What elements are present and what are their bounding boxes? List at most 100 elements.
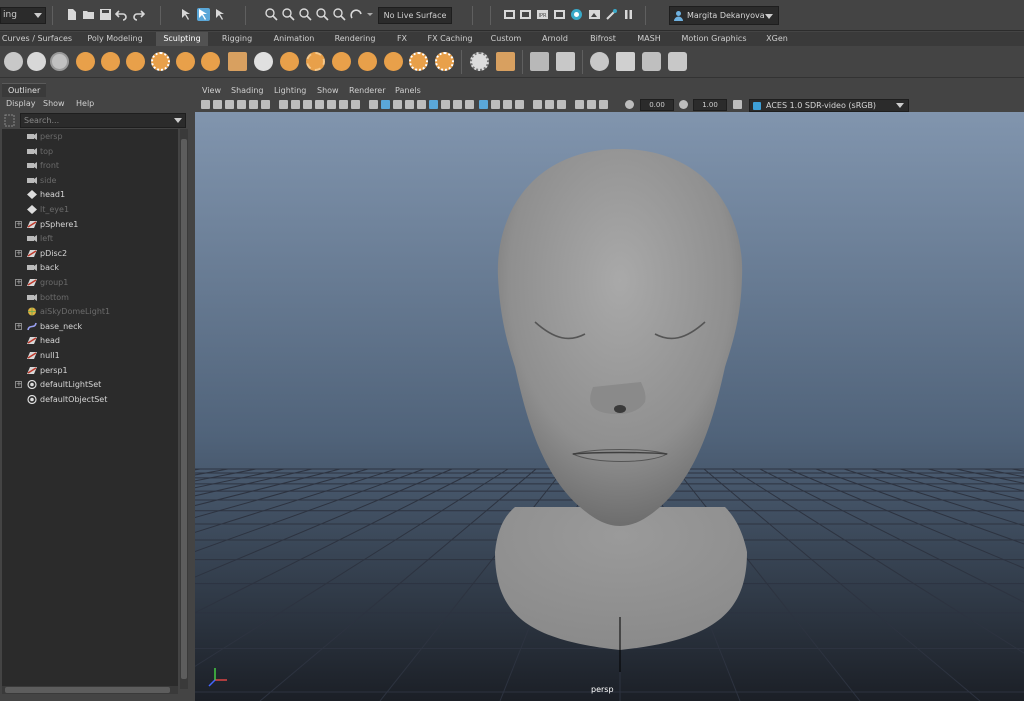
scrollbar-thumb[interactable] — [5, 687, 170, 693]
expand-icon[interactable]: + — [15, 220, 22, 228]
tab-arnold[interactable]: Arnold — [534, 32, 576, 46]
save-scene-icon[interactable] — [99, 8, 112, 21]
outliner-item[interactable]: left — [2, 232, 178, 246]
outliner-tab[interactable]: Outliner — [2, 83, 46, 97]
tab-mash[interactable]: MASH — [630, 32, 668, 46]
outliner-hscrollbar[interactable] — [2, 686, 178, 694]
render-settings-icon[interactable] — [553, 8, 566, 21]
panel-menu-panels[interactable]: Panels — [395, 84, 421, 98]
tab-fx[interactable]: FX — [388, 32, 416, 46]
outliner-list[interactable]: persp top front side head1 lt_eye1 + pSphere1 le… — [2, 129, 178, 689]
shadows-icon[interactable] — [441, 100, 450, 109]
outliner-scrollbar[interactable] — [180, 129, 188, 689]
use-all-lights-icon[interactable] — [429, 100, 438, 109]
sculpt-brush-icon[interactable] — [4, 52, 23, 71]
exposure-icon[interactable] — [625, 100, 634, 109]
outliner-menu-show[interactable]: Show — [43, 97, 65, 110]
outliner-item[interactable]: persp1 — [2, 364, 178, 378]
tab-poly-modeling[interactable]: Poly Modeling — [80, 32, 150, 46]
select-camera-icon[interactable] — [201, 100, 210, 109]
tab-bifrost[interactable]: Bifrost — [582, 32, 624, 46]
gate-mask-icon[interactable] — [315, 100, 324, 109]
scrape-brush-icon[interactable] — [280, 52, 299, 71]
smear-brush-icon[interactable] — [358, 52, 377, 71]
panel-menu-renderer[interactable]: Renderer — [349, 84, 386, 98]
outliner-item[interactable]: aiSkyDomeLight1 — [2, 305, 178, 319]
outliner-item[interactable]: top — [2, 145, 178, 159]
select-hierarchy-icon[interactable] — [180, 8, 193, 21]
live-surface-field[interactable]: No Live Surface — [378, 7, 452, 24]
open-scene-icon[interactable] — [82, 8, 95, 21]
camera-attributes-icon[interactable] — [213, 100, 222, 109]
outliner-item[interactable]: persp — [2, 130, 178, 144]
outliner-item[interactable]: + base_neck — [2, 320, 178, 334]
snap-point-icon[interactable] — [299, 8, 312, 21]
field-chart-icon[interactable] — [327, 100, 336, 109]
snap-grid-icon[interactable] — [265, 8, 278, 21]
color-space-dropdown[interactable]: ACES 1.0 SDR-video (sRGB) — [749, 99, 909, 112]
outliner-item[interactable]: + pDisc2 — [2, 247, 178, 261]
add-layer-icon[interactable] — [616, 52, 635, 71]
render-view-icon[interactable] — [503, 8, 516, 21]
scrollbar-thumb[interactable] — [181, 139, 187, 679]
gamma-field[interactable]: 1.00 — [693, 99, 727, 111]
delete-layer-icon[interactable] — [668, 52, 687, 71]
outliner-item[interactable]: bottom — [2, 291, 178, 305]
tab-curves-surfaces[interactable]: Curves / Surfaces — [0, 32, 74, 46]
render-frame-icon[interactable] — [519, 8, 532, 21]
expand-icon[interactable]: + — [15, 322, 22, 330]
tab-animation[interactable]: Animation — [266, 32, 322, 46]
xray-joints-icon[interactable] — [533, 100, 542, 109]
flatten-brush-icon[interactable] — [126, 52, 145, 71]
gamma-icon[interactable] — [679, 100, 688, 109]
tab-sculpting[interactable]: Sculpting — [156, 32, 208, 46]
render-setup-icon[interactable] — [588, 8, 601, 21]
smooth-brush-icon[interactable] — [27, 52, 46, 71]
xray-icon[interactable] — [515, 100, 524, 109]
tab-rendering[interactable]: Rendering — [328, 32, 382, 46]
grab-brush-icon[interactable] — [76, 52, 95, 71]
outliner-item[interactable]: + group1 — [2, 276, 178, 290]
snap-view-plane-icon[interactable] — [333, 8, 346, 21]
menu-set-dropdown[interactable]: ing — [0, 7, 46, 24]
outliner-menu-display[interactable]: Display — [6, 97, 36, 110]
foamy-brush-icon[interactable] — [151, 52, 170, 71]
panel-menu-view[interactable]: View — [202, 84, 221, 98]
knife-brush-icon[interactable] — [332, 52, 351, 71]
smooth-shade-icon[interactable] — [381, 100, 390, 109]
outliner-item[interactable]: back — [2, 261, 178, 275]
textured-icon[interactable] — [417, 100, 426, 109]
wax-brush-icon[interactable] — [254, 52, 273, 71]
safe-title-icon[interactable] — [351, 100, 360, 109]
panel-menu-lighting[interactable]: Lighting — [274, 84, 306, 98]
freeze-brush-icon[interactable] — [435, 52, 454, 71]
hypershade-icon[interactable] — [570, 8, 583, 21]
tab-custom[interactable]: Custom — [484, 32, 528, 46]
backface-culling-icon[interactable] — [587, 100, 596, 109]
panel-menu-shading[interactable]: Shading — [231, 84, 264, 98]
outliner-item[interactable]: head — [2, 334, 178, 348]
chevron-down-icon[interactable] — [366, 8, 374, 21]
outliner-item[interactable]: front — [2, 159, 178, 173]
viewport-scene[interactable] — [195, 112, 1024, 701]
outliner-item[interactable]: head1 — [2, 188, 178, 202]
perspective-viewport[interactable]: persp — [195, 112, 1024, 701]
outliner-search-input[interactable]: Search... — [20, 113, 186, 128]
outliner-item[interactable]: lt_eye1 — [2, 203, 178, 217]
pause-icon[interactable] — [622, 8, 635, 21]
light-editor-icon[interactable] — [605, 8, 618, 21]
relax-brush-icon[interactable] — [50, 52, 69, 71]
motion-blur-icon[interactable] — [465, 100, 474, 109]
isolate-select-icon[interactable] — [503, 100, 512, 109]
grease-pencil-icon[interactable] — [261, 100, 270, 109]
safe-action-icon[interactable] — [339, 100, 348, 109]
film-gate-icon[interactable] — [291, 100, 300, 109]
ipr-render-icon[interactable]: IPR — [536, 8, 549, 21]
outliner-item[interactable]: defaultObjectSet — [2, 393, 178, 407]
wireframe-on-shaded-icon[interactable] — [405, 100, 414, 109]
make-live-icon[interactable] — [350, 8, 363, 21]
color-management-icon[interactable] — [733, 100, 742, 109]
imprint-brush-icon[interactable] — [228, 52, 247, 71]
repeat-brush-icon[interactable] — [201, 52, 220, 71]
new-scene-icon[interactable] — [65, 8, 78, 21]
